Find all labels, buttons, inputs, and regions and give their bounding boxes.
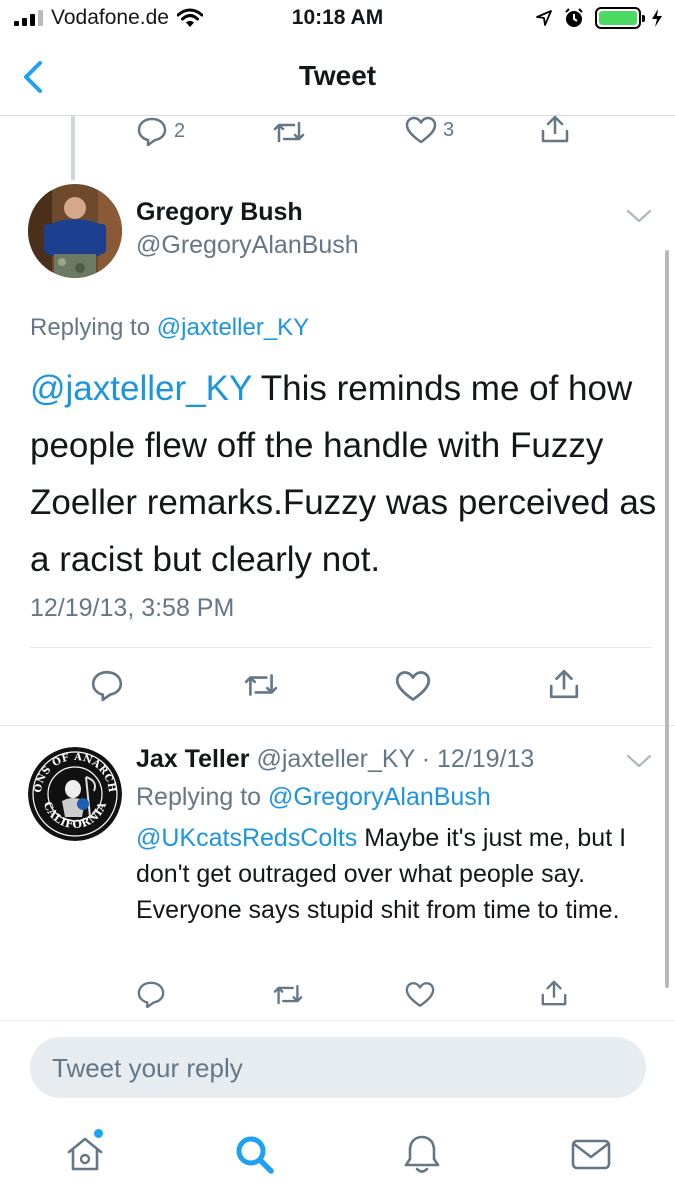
reply-header: Jax Teller @jaxteller_KY · 12/19/13 — [136, 745, 534, 774]
thread-connector — [71, 116, 75, 180]
retweet-icon — [273, 121, 305, 143]
search-icon — [236, 1136, 274, 1174]
reply-handle-date[interactable]: @jaxteller_KY · 12/19/13 — [250, 745, 534, 773]
location-icon — [535, 9, 553, 27]
avatar-gregory-bush[interactable] — [28, 184, 122, 278]
tab-search[interactable] — [232, 1132, 276, 1176]
divider — [0, 1020, 675, 1021]
tweet-timestamp: 12/19/13, 3:58 PM — [30, 594, 235, 622]
composer-placeholder: Tweet your reply — [52, 1053, 243, 1083]
replying-to-line: Replying to @jaxteller_KY — [30, 314, 309, 342]
tab-home[interactable] — [63, 1129, 107, 1176]
reply-count: 2 — [174, 119, 186, 142]
replying-to-link[interactable]: @jaxteller_KY — [157, 314, 309, 341]
reply-button[interactable] — [90, 668, 124, 702]
like-count: 3 — [443, 118, 455, 141]
reply-menu-button[interactable] — [626, 753, 652, 769]
reply-icon — [137, 117, 167, 146]
share-action-previous[interactable] — [540, 114, 570, 144]
divider — [30, 647, 652, 648]
home-icon — [67, 1137, 103, 1171]
reply-share-button[interactable] — [540, 979, 568, 1007]
alarm-icon — [563, 7, 585, 29]
reply-like-button[interactable] — [405, 981, 435, 1008]
tab-notifications[interactable] — [400, 1132, 444, 1176]
retweet-icon — [273, 984, 303, 1005]
retweet-button[interactable] — [243, 671, 279, 699]
mention-link[interactable]: @jaxteller_KY — [30, 369, 252, 408]
battery-icon — [595, 7, 645, 29]
share-icon — [541, 980, 567, 1006]
notifications-icon — [404, 1135, 440, 1173]
tweet-text: @jaxteller_KY This reminds me of how peo… — [30, 360, 660, 588]
replying-prefix: Replying to — [30, 314, 151, 341]
divider — [0, 725, 675, 726]
share-icon — [549, 669, 579, 699]
profile-photo — [28, 184, 122, 278]
tweet-menu-button[interactable] — [626, 208, 652, 224]
chevron-down-icon — [626, 754, 652, 768]
share-icon — [541, 115, 569, 143]
avatar-jax-teller[interactable]: SONS OF ANARCHY CALIFORNIA — [28, 747, 122, 841]
tab-messages[interactable] — [569, 1132, 613, 1176]
author-name[interactable]: Gregory Bush — [136, 198, 303, 227]
mention-link[interactable]: @UKcatsRedsColts — [136, 824, 357, 852]
share-button[interactable] — [548, 667, 580, 701]
reply-replying-to-line: Replying to @GregoryAlanBush — [136, 783, 491, 812]
reply-icon — [91, 670, 123, 702]
heart-icon — [395, 671, 431, 701]
like-action-previous[interactable]: 3 — [405, 116, 454, 144]
charging-icon — [651, 8, 663, 28]
reply-author-name[interactable]: Jax Teller — [136, 745, 250, 773]
nav-bar: Tweet — [0, 38, 675, 116]
chevron-down-icon — [626, 209, 652, 223]
tab-bar — [0, 1118, 675, 1200]
status-bar: Vodafone.de 10:18 AM — [0, 0, 675, 38]
author-handle[interactable]: @GregoryAlanBush — [136, 231, 359, 260]
reply-retweet-button[interactable] — [272, 982, 304, 1007]
like-button[interactable] — [395, 670, 431, 702]
replying-to-link[interactable]: @GregoryAlanBush — [268, 783, 491, 811]
sons-of-anarchy-logo: SONS OF ANARCHY CALIFORNIA — [28, 747, 122, 841]
unread-dot — [94, 1129, 103, 1138]
heart-icon — [405, 982, 435, 1007]
page-title: Tweet — [298, 60, 377, 91]
reply-action-previous[interactable]: 2 — [136, 116, 185, 146]
retweet-action-previous[interactable] — [272, 119, 306, 145]
reply-text: @UKcatsRedsColts Maybe it's just me, but… — [136, 820, 646, 928]
reply-reply-button[interactable] — [136, 980, 166, 1008]
reply-icon — [137, 981, 165, 1008]
reply-composer-input[interactable]: Tweet your reply — [30, 1037, 646, 1098]
messages-icon — [571, 1139, 611, 1170]
replying-prefix: Replying to — [136, 783, 262, 811]
scroll-indicator[interactable] — [665, 250, 669, 988]
heart-icon — [405, 116, 437, 144]
retweet-icon — [244, 674, 278, 696]
status-right — [535, 7, 663, 29]
